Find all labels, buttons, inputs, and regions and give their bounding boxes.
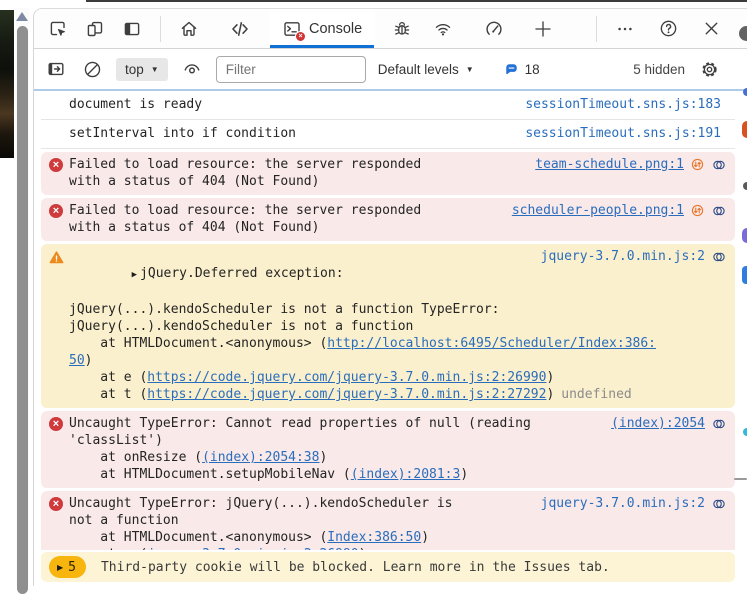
scrollbar-thumb[interactable]	[17, 26, 28, 594]
chat-bubble-icon	[504, 62, 519, 77]
issues-count: 5	[68, 560, 76, 575]
add-tab-plus-icon[interactable]	[531, 17, 555, 41]
network-request-icon[interactable]	[690, 203, 705, 218]
console-error-card: × scheduler-people.png:1 Failed to load …	[41, 198, 735, 241]
console-tab-label: Console	[309, 21, 362, 37]
dock-sidebar-icon[interactable]	[44, 57, 68, 81]
source-link[interactable]: jquery-3.7.0.min.js:2	[541, 248, 705, 266]
stack-link[interactable]: jquery-3.7.0.min.js:2:26990	[147, 547, 358, 550]
performance-gauge-icon[interactable]	[482, 17, 506, 41]
context-selector-label: top	[125, 62, 144, 77]
chevron-down-icon: ▼	[466, 65, 474, 74]
expand-triangle-icon[interactable]: ▶	[132, 270, 137, 280]
background-page-image	[0, 10, 14, 158]
issues-notification-bar[interactable]: ▶ 5 Third-party cookie will be blocked. …	[41, 552, 735, 582]
edge-mark	[743, 428, 747, 436]
warning-triangle-icon	[49, 250, 63, 264]
issues-message: Third-party cookie will be blocked. Lear…	[101, 560, 610, 575]
log-text: document is ready	[69, 96, 202, 114]
message-count[interactable]: 18	[504, 62, 540, 77]
devtools-panel: × Console	[33, 8, 747, 586]
edge-mark	[739, 26, 747, 41]
log-levels-dropdown[interactable]: Default levels ▼	[378, 62, 474, 77]
home-icon[interactable]	[177, 17, 201, 41]
tab-console[interactable]: × Console	[269, 9, 375, 48]
error-circle-icon: ×	[49, 158, 63, 172]
console-messages: document is ready sessionTimeout.sns.js:…	[34, 89, 747, 550]
error-circle-icon: ×	[49, 417, 63, 431]
source-link[interactable]: scheduler-people.png:1	[512, 202, 684, 220]
console-toolbar: top ▼ Default levels ▼ 18 5 hidden	[34, 49, 747, 89]
toolbar-divider	[160, 16, 161, 42]
edge-mark	[743, 88, 747, 96]
stack-link[interactable]: Index:386:50	[327, 530, 421, 545]
network-conditions-wifi-icon[interactable]	[431, 17, 455, 41]
issues-count-pill: ▶ 5	[49, 556, 86, 578]
copilot-explain-icon[interactable]	[711, 416, 727, 432]
chevron-down-icon: ▼	[151, 65, 159, 74]
console-warning-card: jquery-3.7.0.min.js:2 ▶jQuery.Deferred e…	[41, 244, 735, 408]
toolbar-divider	[596, 16, 597, 42]
error-circle-icon: ×	[49, 204, 63, 218]
activity-bar-layout-icon[interactable]	[120, 17, 144, 41]
help-icon[interactable]	[656, 17, 680, 41]
close-devtools-icon[interactable]	[699, 17, 723, 41]
copilot-explain-icon[interactable]	[711, 496, 727, 512]
scrollbar-up-arrow[interactable]	[16, 12, 28, 21]
stack-link[interactable]: https://code.jquery.com/jquery-3.7.0.min…	[147, 370, 546, 385]
edge-mark	[742, 121, 747, 138]
source-link[interactable]: (index):2054	[611, 415, 705, 433]
filter-input[interactable]	[216, 56, 366, 83]
window-top-edge	[86, 0, 747, 2]
console-tab-icon: ×	[282, 19, 302, 39]
edge-mark	[742, 266, 747, 284]
stack-link[interactable]: http://localhost:6495/Scheduler/Index:38…	[327, 336, 656, 351]
error-circle-icon: ×	[49, 497, 63, 511]
message-count-value: 18	[525, 62, 540, 77]
log-levels-label: Default levels	[378, 62, 459, 77]
source-link[interactable]: sessionTimeout.sns.js:183	[525, 96, 721, 114]
undefined-value: undefined	[561, 387, 631, 402]
console-error-card: × (index):2054 Uncaught TypeError: Canno…	[41, 411, 735, 488]
log-text: setInterval into if condition	[69, 125, 296, 143]
copilot-explain-icon[interactable]	[711, 249, 727, 265]
expand-triangle-icon: ▶	[57, 563, 63, 572]
debugger-bug-icon[interactable]	[390, 17, 414, 41]
copilot-explain-icon[interactable]	[711, 203, 727, 219]
console-error-card: × team-schedule.png:1 Failed to load res…	[41, 152, 735, 195]
stack-link[interactable]: (index):2054:38	[202, 450, 319, 465]
hidden-messages-label[interactable]: 5 hidden	[633, 62, 685, 77]
source-link[interactable]: jquery-3.7.0.min.js:2	[541, 495, 705, 513]
sources-code-icon[interactable]	[228, 17, 252, 41]
stack-link[interactable]: 50	[69, 353, 85, 368]
source-link[interactable]: team-schedule.png:1	[535, 156, 684, 174]
stack-link[interactable]: https://code.jquery.com/jquery-3.7.0.min…	[147, 387, 546, 402]
page-scrollbar[interactable]	[16, 8, 29, 586]
edge-mark	[734, 478, 747, 480]
copilot-explain-icon[interactable]	[711, 157, 727, 173]
console-settings-gear-icon[interactable]	[697, 57, 721, 81]
network-request-icon[interactable]	[690, 157, 705, 172]
edge-mark	[743, 182, 747, 190]
console-log-row: setInterval into if condition sessionTim…	[41, 120, 735, 149]
devtools-tabbar: × Console	[34, 9, 747, 49]
device-emulation-icon[interactable]	[83, 17, 107, 41]
source-link[interactable]: sessionTimeout.sns.js:191	[525, 125, 721, 143]
more-options-icon[interactable]	[613, 17, 637, 41]
console-log-row: document is ready sessionTimeout.sns.js:…	[41, 91, 735, 120]
stack-link[interactable]: (index):2081:3	[351, 467, 461, 482]
console-error-badge-icon: ×	[295, 31, 306, 42]
context-selector-dropdown[interactable]: top ▼	[116, 58, 168, 81]
edge-mark	[742, 228, 747, 243]
inspect-element-icon[interactable]	[46, 17, 70, 41]
live-expression-eye-icon[interactable]	[180, 57, 204, 81]
console-error-card: × jquery-3.7.0.min.js:2 Uncaught TypeErr…	[41, 491, 735, 550]
clear-console-icon[interactable]	[80, 57, 104, 81]
background-page-strip	[0, 0, 33, 586]
